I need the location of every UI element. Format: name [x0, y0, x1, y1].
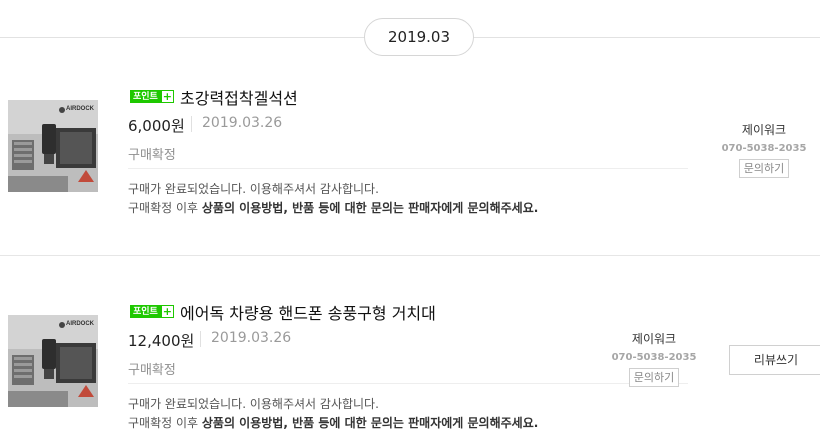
inquiry-button[interactable]: 문의하기 [738, 159, 790, 178]
point-plus-badge: 포인트 + [130, 305, 174, 318]
order-date: 2019.03.26 [202, 115, 283, 131]
product-thumbnail[interactable]: AIRDOCK [8, 315, 98, 407]
write-review-button[interactable]: 리뷰쓰기 [729, 345, 820, 375]
inquiry-button[interactable]: 문의하기 [628, 368, 680, 387]
seller-name: 제이워크 [741, 123, 787, 137]
inquiry-guidance-message: 구매확정 이후 상품의 이용방법, 반품 등에 대한 문의는 판매자에게 문의해… [128, 199, 538, 216]
order-date: 2019.03.26 [211, 330, 292, 346]
guidance-prefix: 구매확정 이후 [128, 201, 202, 215]
point-badge-label: 포인트 [130, 90, 161, 103]
thumbnail-brand-text: AIRDOCK [66, 106, 94, 112]
order-status: 구매확정 [128, 148, 176, 163]
price-date-divider [200, 331, 201, 347]
month-label: 2019.03 [364, 18, 474, 56]
guidance-prefix: 구매확정 이후 [128, 416, 202, 430]
guidance-bold-text: 상품의 이용방법, 반품 등에 대한 문의는 판매자에게 문의해주세요. [201, 201, 539, 215]
message-divider [128, 168, 688, 169]
seller-phone: 070-5038-2035 [721, 143, 807, 154]
completion-message: 구매가 완료되었습니다. 이용해주셔서 감사합니다. [128, 397, 379, 411]
completion-message: 구매가 완료되었습니다. 이용해주셔서 감사합니다. [128, 182, 379, 196]
order-divider [0, 255, 820, 256]
product-thumbnail[interactable]: AIRDOCK [8, 100, 98, 192]
product-price: 12,400원 [128, 332, 195, 350]
order-status: 구매확정 [128, 363, 176, 378]
seller-info: 제이워크 070-5038-2035 문의하기 [604, 330, 704, 387]
product-title[interactable]: 에어독 차량용 핸드폰 송풍구형 거치대 [180, 300, 436, 324]
seller-phone: 070-5038-2035 [611, 352, 697, 363]
inquiry-guidance-message: 구매확정 이후 상품의 이용방법, 반품 등에 대한 문의는 판매자에게 문의해… [128, 414, 538, 431]
product-title[interactable]: 초강력접착겔석션 [180, 85, 298, 109]
price-date-divider [191, 116, 192, 132]
seller-info: 제이워크 070-5038-2035 문의하기 [714, 121, 814, 178]
plus-icon: + [160, 305, 174, 318]
guidance-bold-text: 상품의 이용방법, 반품 등에 대한 문의는 판매자에게 문의해주세요. [201, 416, 539, 430]
plus-icon: + [160, 90, 174, 103]
point-plus-badge: 포인트 + [130, 90, 174, 103]
product-price: 6,000원 [128, 117, 185, 135]
seller-name: 제이워크 [631, 332, 677, 346]
thumbnail-brand-text: AIRDOCK [66, 321, 94, 327]
point-badge-label: 포인트 [130, 305, 161, 318]
